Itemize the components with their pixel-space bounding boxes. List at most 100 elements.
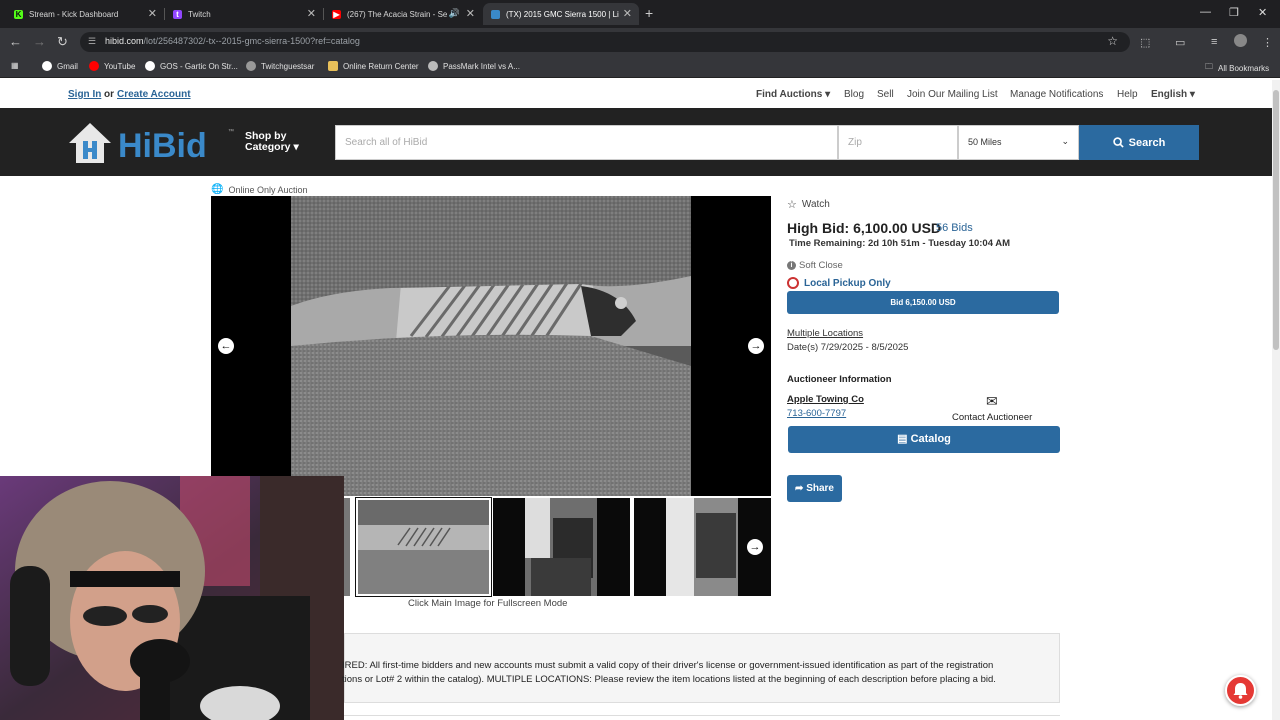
auctioneer-name-link[interactable]: Apple Towing Co [787, 394, 864, 405]
restore-icon[interactable]: ❐ [1229, 6, 1239, 19]
thumbnail-next-arrow-icon[interactable]: → [747, 539, 763, 555]
page-icon [428, 61, 438, 71]
bookmark-youtube[interactable]: YouTube [89, 61, 135, 71]
forward-icon[interactable]: → [33, 34, 46, 49]
truck-icon [787, 277, 799, 289]
search-button[interactable]: Search [1079, 125, 1199, 160]
tab-hibid-active[interactable]: (TX) 2015 GMC Sierra 1500 | Li ✕ [483, 3, 639, 25]
folder-icon: 🗀 [1205, 62, 1213, 71]
address-toolbar: ← → ↻ ☰ hibid.com/lot/256487302/-tx--201… [0, 28, 1280, 56]
blog-link[interactable]: Blog [844, 89, 864, 100]
search-placeholder: Search all of HiBid [345, 137, 428, 148]
google-icon [145, 61, 155, 71]
main-image-viewer[interactable]: ← → [211, 196, 771, 496]
hibid-logo[interactable]: HiBid ™ [68, 121, 238, 165]
globe-icon: 🌐 [211, 184, 224, 195]
help-link[interactable]: Help [1117, 89, 1138, 100]
star-outline-icon: ☆ [787, 199, 797, 211]
new-tab-button[interactable]: + [645, 5, 653, 21]
bookmark-twitchguestsar[interactable]: Twitchguestsar [246, 61, 314, 71]
close-tab-icon[interactable]: ✕ [623, 7, 632, 20]
auction-terms-box: IRED: All first-time bidders and new acc… [342, 633, 1060, 703]
zip-placeholder: Zip [848, 137, 862, 148]
caret-down-icon: ▾ [825, 89, 831, 100]
bid-count-link[interactable]: 56 Bids [936, 222, 973, 234]
sign-in-link[interactable]: Sign In [68, 89, 101, 100]
browser-tab-bar: K Stream - Kick Dashboard ✕ t Twitch ✕ ▶… [0, 0, 1280, 28]
close-tab-icon[interactable]: ✕ [307, 7, 316, 20]
auction-terms-text: IRED: All first-time bidders and new acc… [342, 660, 996, 685]
search-input[interactable]: Search all of HiBid [335, 125, 838, 160]
media-icon[interactable]: ≡ [1211, 36, 1217, 48]
close-window-icon[interactable]: ✕ [1258, 6, 1267, 19]
speaker-icon[interactable]: 🔊 [449, 8, 460, 19]
sell-link[interactable]: Sell [877, 89, 894, 100]
distance-select[interactable]: 50 Miles ⌄ [958, 125, 1079, 160]
create-account-link[interactable]: Create Account [117, 89, 191, 100]
bookmark-star-icon[interactable]: ☆ [1107, 34, 1118, 48]
cast-icon[interactable]: ▭ [1175, 36, 1185, 49]
close-tab-icon[interactable]: ✕ [148, 7, 157, 20]
google-icon [42, 61, 52, 71]
manage-notifications-link[interactable]: Manage Notifications [1010, 89, 1103, 100]
top-navigation: Sign In or Create Account Find Auctions … [0, 80, 1272, 108]
mailing-list-link[interactable]: Join Our Mailing List [907, 89, 998, 100]
thumbnail-partial[interactable] [344, 498, 350, 596]
webcam-overlay [0, 476, 344, 720]
youtube-icon: ▶ [332, 9, 341, 19]
zip-input[interactable]: Zip [838, 125, 958, 160]
find-auctions-menu[interactable]: Find Auctions ▾ [756, 89, 830, 100]
auction-type: 🌐 Online Only Auction [211, 184, 308, 195]
profile-avatar[interactable] [1234, 34, 1247, 47]
url-host: hibid.com [105, 36, 144, 46]
vehicle-vent-photo [291, 196, 691, 496]
page-icon [246, 61, 256, 71]
share-button[interactable]: ➦ Share [787, 475, 842, 502]
menu-dots-icon[interactable]: ⋮ [1262, 36, 1273, 49]
local-pickup-label[interactable]: Local Pickup Only [787, 277, 891, 289]
main-lot-photo[interactable] [291, 196, 691, 496]
language-menu[interactable]: English ▾ [1151, 89, 1195, 100]
thumbnail-vent[interactable] [355, 497, 492, 597]
bookmarks-bar: ▦ Gmail YouTube GOS - Gartic On Str... T… [0, 56, 1280, 78]
tab-youtube[interactable]: ▶ (267) The Acacia Strain - Se 🔊 ✕ [324, 3, 482, 25]
envelope-icon[interactable]: ✉ [986, 393, 998, 410]
share-arrow-icon: ➦ [795, 483, 804, 494]
apps-grid-icon[interactable]: ▦ [11, 61, 19, 70]
watch-button[interactable]: ☆ Watch [787, 198, 830, 211]
multiple-locations-link[interactable]: Multiple Locations [787, 328, 863, 339]
shop-by-category-menu[interactable]: Shop by Category ▾ [245, 131, 299, 153]
kick-icon: K [14, 9, 23, 19]
auctioneer-heading: Auctioneer Information [787, 374, 892, 385]
thumbnail-interior-front[interactable] [493, 498, 630, 596]
hibid-page: Sign In or Create Account Find Auctions … [0, 80, 1272, 720]
distance-value: 50 Miles [968, 137, 1002, 147]
catalog-button[interactable]: ▤ Catalog [788, 426, 1060, 453]
contact-auctioneer-link[interactable]: Contact Auctioneer [952, 412, 1032, 423]
bookmark-gmail[interactable]: Gmail [42, 61, 78, 71]
notification-bell-button[interactable] [1225, 675, 1256, 706]
next-image-arrow-icon[interactable]: → [748, 338, 764, 354]
site-info-icon[interactable]: ☰ [88, 36, 99, 47]
tab-twitch[interactable]: t Twitch ✕ [165, 3, 323, 25]
site-header: HiBid ™ Shop by Category ▾ Search all of… [0, 108, 1272, 176]
amazon-icon [328, 61, 338, 71]
reload-icon[interactable]: ↻ [57, 34, 68, 50]
auctioneer-phone-link[interactable]: 713-600-7797 [787, 408, 846, 419]
page-scrollbar[interactable] [1272, 80, 1280, 720]
back-icon[interactable]: ← [9, 34, 22, 49]
bid-button[interactable]: Bid 6,150.00 USD [787, 291, 1059, 314]
extensions-icon[interactable]: ⬚ [1140, 36, 1150, 49]
bookmark-online-return-center[interactable]: Online Return Center [328, 61, 419, 71]
close-tab-icon[interactable]: ✕ [466, 7, 475, 20]
chevron-down-icon: ⌄ [1061, 136, 1069, 146]
address-bar[interactable]: ☰ hibid.com/lot/256487302/-tx--2015-gmc-… [80, 32, 1130, 52]
bookmark-passmark[interactable]: PassMark Intel vs A... [428, 61, 520, 71]
svg-text:HiBid: HiBid [118, 127, 207, 165]
tab-kick-dashboard[interactable]: K Stream - Kick Dashboard ✕ [6, 3, 164, 25]
previous-image-arrow-icon[interactable]: ← [218, 338, 234, 354]
all-bookmarks-folder[interactable]: 🗀 All Bookmarks [1205, 61, 1269, 75]
scrollbar-thumb[interactable] [1273, 90, 1279, 350]
minimize-icon[interactable]: — [1200, 6, 1211, 18]
bookmark-gos[interactable]: GOS - Gartic On Str... [145, 61, 238, 71]
